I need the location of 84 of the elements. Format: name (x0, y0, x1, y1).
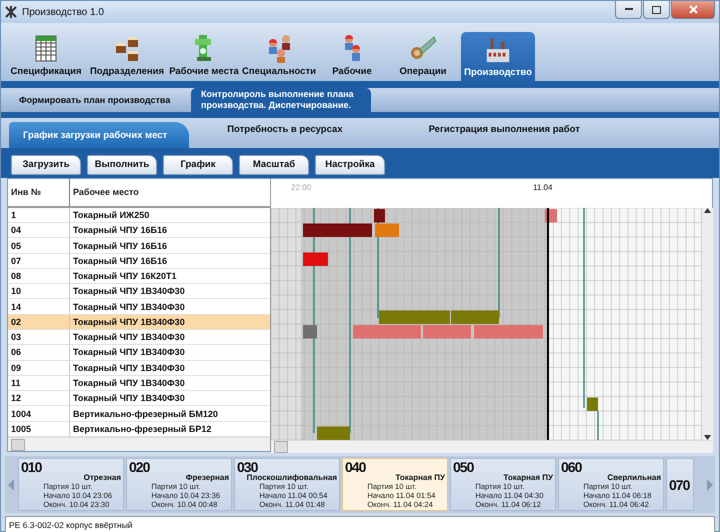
table-cell-text: Вертикально-фрезерный БМ120 (72, 408, 219, 421)
toolbar-button[interactable]: Масштаб (239, 154, 309, 174)
toolbar-button[interactable]: Настройка (315, 154, 385, 174)
minimize-icon[interactable] (624, 8, 632, 11)
plan-tab[interactable]: Формировать план производства (9, 88, 191, 112)
table-row[interactable]: 05 Токарный ЧПУ 16Б16 (8, 238, 270, 254)
table-cell-text: Токарный ЧПУ 1В340Ф30 (72, 362, 186, 375)
scroll-right-icon[interactable] (706, 478, 712, 490)
scrollbar[interactable] (271, 440, 713, 453)
maximize-icon[interactable] (652, 6, 661, 14)
table-row[interactable]: 12 Токарный ЧПУ 1В340Ф30 (8, 391, 270, 406)
close-button[interactable] (671, 1, 715, 19)
view-tab[interactable]: График загрузки рабочих мест (9, 122, 190, 148)
module-tab[interactable]: Операции (387, 29, 459, 81)
table-cell-text: Токарный ЧПУ 16К20Т1 (72, 270, 178, 284)
table-cell: 03 (8, 330, 70, 344)
minimize-button[interactable] (615, 1, 642, 19)
view-tab[interactable]: Потребность в ресурсах (189, 116, 391, 142)
toolbar-button[interactable]: Загрузить (11, 154, 81, 174)
date-label: 11.04 (533, 183, 552, 192)
table-cell: 12 (8, 391, 70, 406)
table-row[interactable]: 1005 Вертикально-фрезерный БР12 (8, 422, 270, 438)
table-cell-text: Токарный ЧПУ 1В340Ф30 (72, 346, 186, 360)
table-cell: 10 (8, 284, 70, 298)
table-row[interactable]: 06 Токарный ЧПУ 1В340Ф30 (8, 345, 270, 361)
table-row[interactable]: 1 Токарный ИЖ250 (8, 208, 270, 224)
app-icon (5, 6, 17, 18)
close-icon[interactable] (688, 5, 698, 14)
table-row[interactable]: 04 Токарный ЧПУ 16Б16 (8, 223, 270, 238)
table-cell: 14 (8, 299, 70, 314)
scroll-thumb[interactable] (274, 441, 288, 453)
table-cell-text: Токарный ЧПУ 16Б16 (72, 240, 168, 253)
module-tab[interactable]: Спецификация (7, 29, 85, 81)
table-cell-text: Токарный ЧПУ 1В340Ф30 (72, 392, 186, 406)
table-cell-text: Токарный ЧПУ 16Б16 (72, 254, 168, 268)
operation-card[interactable]: 070 (666, 458, 694, 511)
table-cell-text: Токарный ЧПУ 1В340Ф30 (72, 300, 186, 314)
scrollbar[interactable] (8, 437, 270, 451)
table-cell: 09 (8, 360, 70, 375)
table-row[interactable]: 11 Токарный ЧПУ 1В340Ф30 (8, 376, 270, 392)
table-cell-text: Токарный ЧПУ 1В340Ф30 (72, 285, 186, 298)
table-cell-text: Вертикально-фрезерный БР12 (72, 422, 212, 436)
table-row[interactable]: 07 Токарный ЧПУ 16Б16 (8, 254, 270, 269)
table-cell-text: Токарный ИЖ250 (72, 208, 150, 222)
table-cell-text: Токарный ЧПУ 16Б16 (72, 224, 168, 238)
table-row[interactable]: 1004 Вертикально-фрезерный БМ120 (8, 406, 270, 422)
table-row[interactable]: 02 Токарный ЧПУ 1В340Ф30 (8, 314, 270, 330)
view-tab[interactable]: Регистрация выполнения работ (390, 116, 628, 142)
table-cell: 02 (8, 314, 70, 330)
column-header[interactable]: Инв № (8, 179, 70, 206)
module-tab[interactable]: Рабочие места (169, 29, 239, 81)
table-cell: 06 (8, 345, 70, 360)
table-cell: 05 (8, 238, 70, 253)
table-row[interactable]: 08 Токарный ЧПУ 16К20Т1 (8, 268, 270, 284)
table-cell-text: Токарный ЧПУ 1В340Ф30 (72, 331, 186, 344)
table-cell-text: Токарный ЧПУ 1В340Ф30 (72, 316, 186, 329)
time-label: 22:00 (291, 183, 312, 192)
scroll-left-icon[interactable] (8, 478, 14, 490)
table-row[interactable]: 03 Токарный ЧПУ 1В340Ф30 (8, 330, 270, 346)
maximize-button[interactable] (643, 1, 670, 19)
module-tab[interactable]: Подразделения (87, 29, 167, 81)
table-row[interactable]: 14 Токарный ЧПУ 1В340Ф30 (8, 299, 270, 315)
table-cell: 1 (8, 208, 70, 222)
table-row[interactable]: 09 Токарный ЧПУ 1В340Ф30 (8, 360, 270, 376)
window-title: Производство 1.0 (22, 6, 104, 18)
link-line (597, 411, 599, 440)
column-header[interactable]: Рабочее место (70, 179, 270, 206)
table-cell: 08 (8, 268, 70, 284)
module-tab[interactable]: Специальности (241, 29, 317, 81)
scroll-thumb[interactable] (11, 438, 25, 451)
table-row[interactable]: 10 Токарный ЧПУ 1В340Ф30 (8, 284, 270, 300)
table-cell: 1005 (8, 422, 70, 436)
toolbar-button[interactable]: Выполнить (87, 154, 157, 174)
scrollbar[interactable] (701, 208, 713, 440)
status-text: РЕ 6.3-002-02 корпус ввёртный (9, 520, 133, 530)
table-cell: 1004 (8, 406, 70, 421)
table-cell-text: Токарный ЧПУ 1В340Ф30 (72, 377, 186, 390)
scroll-up-icon[interactable] (704, 208, 711, 213)
table-cell: 11 (8, 376, 70, 390)
module-tab[interactable]: Рабочие (319, 29, 385, 81)
toolbar-button[interactable]: График (163, 154, 233, 174)
table-cell: 04 (8, 223, 70, 238)
plan-tab[interactable]: Контролироль выполнение плана производства. Диспетчирование. (191, 88, 371, 112)
table-cell: 07 (8, 254, 70, 268)
